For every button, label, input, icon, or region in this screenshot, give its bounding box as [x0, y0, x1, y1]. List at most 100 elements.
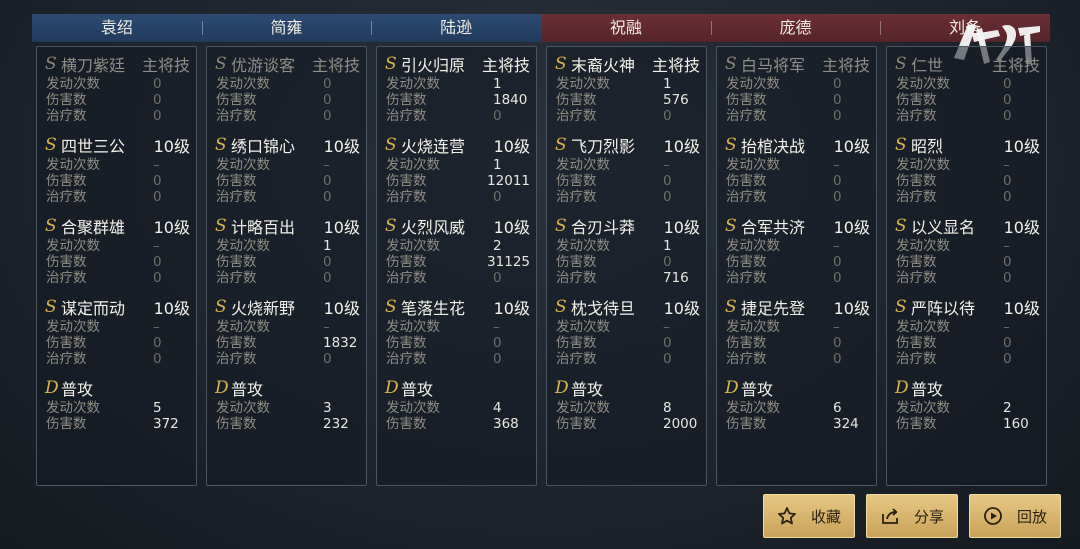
stat-row: 发动次数 8 — [555, 400, 700, 416]
stat-row: 伤害数 0 — [895, 173, 1040, 189]
skill-block: S 引火归原 主将技 发动次数 1 伤害数 1840 治疗数 0 — [385, 51, 530, 125]
stat-value: 0 — [323, 254, 332, 270]
stat-row: 伤害数 0 — [895, 92, 1040, 108]
stat-value: – — [833, 238, 840, 254]
skill-name: 四世三公 — [61, 136, 126, 156]
skill-level: 10级 — [493, 217, 530, 237]
skill-grade: S — [555, 215, 567, 236]
stat-row: 发动次数 – — [45, 157, 190, 173]
stat-row: 伤害数 576 — [555, 92, 700, 108]
stat-value: 0 — [493, 335, 502, 351]
skill-header: D 普攻 — [895, 375, 1040, 400]
skill-header: S 仁世 主将技 — [895, 51, 1040, 76]
stat-value: 0 — [833, 173, 842, 189]
stat-row: 发动次数 5 — [45, 400, 190, 416]
stat-value: 0 — [1003, 254, 1012, 270]
stat-value: 2 — [1003, 400, 1012, 416]
stat-row: 伤害数 0 — [895, 254, 1040, 270]
skill-header: S 捷足先登 10级 — [725, 294, 870, 319]
replay-button[interactable]: 回放 — [969, 494, 1061, 538]
stat-row: 治疗数 0 — [45, 270, 190, 286]
stat-row: 治疗数 0 — [385, 189, 530, 205]
stat-value: 324 — [833, 416, 859, 432]
stat-row: 治疗数 0 — [895, 189, 1040, 205]
stat-row: 伤害数 232 — [215, 416, 360, 432]
stat-value: 0 — [153, 173, 162, 189]
stat-value: 0 — [1003, 92, 1012, 108]
stat-value: 0 — [1003, 351, 1012, 367]
skill-level: 主将技 — [141, 55, 190, 75]
skill-header: D 普攻 — [555, 375, 700, 400]
skill-name: 优游谈客 — [231, 55, 296, 75]
stat-label: 治疗数 — [896, 189, 937, 205]
stat-label: 发动次数 — [556, 238, 610, 254]
skill-header: S 飞刀烈影 10级 — [555, 132, 700, 157]
skill-name: 计略百出 — [231, 217, 296, 237]
skill-grade: S — [725, 215, 737, 236]
stat-row: 伤害数 0 — [725, 335, 870, 351]
stat-row: 伤害数 0 — [725, 173, 870, 189]
skill-level: 主将技 — [651, 55, 700, 75]
stat-value: 372 — [153, 416, 179, 432]
stat-row: 治疗数 0 — [895, 270, 1040, 286]
stat-row: 发动次数 – — [725, 157, 870, 173]
stat-value: 0 — [1003, 173, 1012, 189]
stat-row: 伤害数 1832 — [215, 335, 360, 351]
stat-label: 伤害数 — [896, 254, 937, 270]
stat-value: – — [153, 157, 160, 173]
stat-row: 发动次数 – — [895, 238, 1040, 254]
stat-value: 2000 — [663, 416, 698, 432]
stat-label: 治疗数 — [46, 351, 87, 367]
skill-header: D 普攻 — [215, 375, 360, 400]
skill-grade: D — [895, 377, 909, 398]
stat-value: 0 — [1003, 189, 1012, 205]
stat-value: 0 — [663, 108, 672, 124]
share-button[interactable]: 分享 — [866, 494, 958, 538]
stat-row: 发动次数 2 — [385, 238, 530, 254]
skill-block: S 火烧新野 10级 发动次数 – 伤害数 1832 治疗数 0 — [215, 294, 360, 368]
stat-row: 发动次数 0 — [45, 76, 190, 92]
stat-label: 伤害数 — [726, 92, 767, 108]
skill-block: S 白马将军 主将技 发动次数 0 伤害数 0 治疗数 0 — [725, 51, 870, 125]
stat-value: 0 — [833, 189, 842, 205]
stat-label: 治疗数 — [216, 108, 257, 124]
stat-value: 0 — [493, 108, 502, 124]
skill-name: 横刀紫廷 — [61, 55, 126, 75]
team-header: 袁绍 简雍 陆逊 祝融 庞德 刘备 — [32, 14, 1050, 42]
stat-label: 发动次数 — [386, 238, 440, 254]
skill-block: S 笔落生花 10级 发动次数 – 伤害数 0 治疗数 0 — [385, 294, 530, 368]
favorite-button[interactable]: 收藏 — [763, 494, 855, 538]
stat-row: 伤害数 1840 — [385, 92, 530, 108]
skill-header: S 合刃斗莽 10级 — [555, 213, 700, 238]
stat-value: 368 — [493, 416, 519, 432]
stat-row: 治疗数 0 — [385, 108, 530, 124]
skill-header: S 谋定而动 10级 — [45, 294, 190, 319]
stat-row: 治疗数 0 — [555, 108, 700, 124]
skill-grade: D — [725, 377, 739, 398]
stat-value: 1 — [663, 238, 672, 254]
stat-label: 发动次数 — [386, 319, 440, 335]
skill-level: 10级 — [323, 298, 360, 318]
stat-label: 治疗数 — [46, 108, 87, 124]
stat-value: 716 — [663, 270, 689, 286]
skill-block: D 普攻 发动次数 8 伤害数 2000 — [555, 375, 700, 433]
stat-value: 1840 — [493, 92, 528, 108]
skill-grade: S — [385, 296, 397, 317]
stat-row: 伤害数 2000 — [555, 416, 700, 432]
skill-grade: S — [215, 134, 227, 155]
skill-block: S 抬棺决战 10级 发动次数 – 伤害数 0 治疗数 0 — [725, 132, 870, 206]
stat-row: 发动次数 1 — [215, 238, 360, 254]
stat-row: 发动次数 – — [555, 319, 700, 335]
stat-value: 0 — [663, 189, 672, 205]
stat-row: 伤害数 0 — [215, 92, 360, 108]
stat-row: 治疗数 0 — [895, 351, 1040, 367]
skill-block: S 严阵以待 10级 发动次数 – 伤害数 0 治疗数 0 — [895, 294, 1040, 368]
stat-row: 伤害数 324 — [725, 416, 870, 432]
stat-value: 576 — [663, 92, 689, 108]
skill-block: S 优游谈客 主将技 发动次数 0 伤害数 0 治疗数 0 — [215, 51, 360, 125]
skill-level: 10级 — [323, 136, 360, 156]
skill-grade: S — [725, 53, 737, 74]
stat-label: 发动次数 — [216, 76, 270, 92]
stat-row: 治疗数 0 — [555, 189, 700, 205]
stat-row: 治疗数 716 — [555, 270, 700, 286]
